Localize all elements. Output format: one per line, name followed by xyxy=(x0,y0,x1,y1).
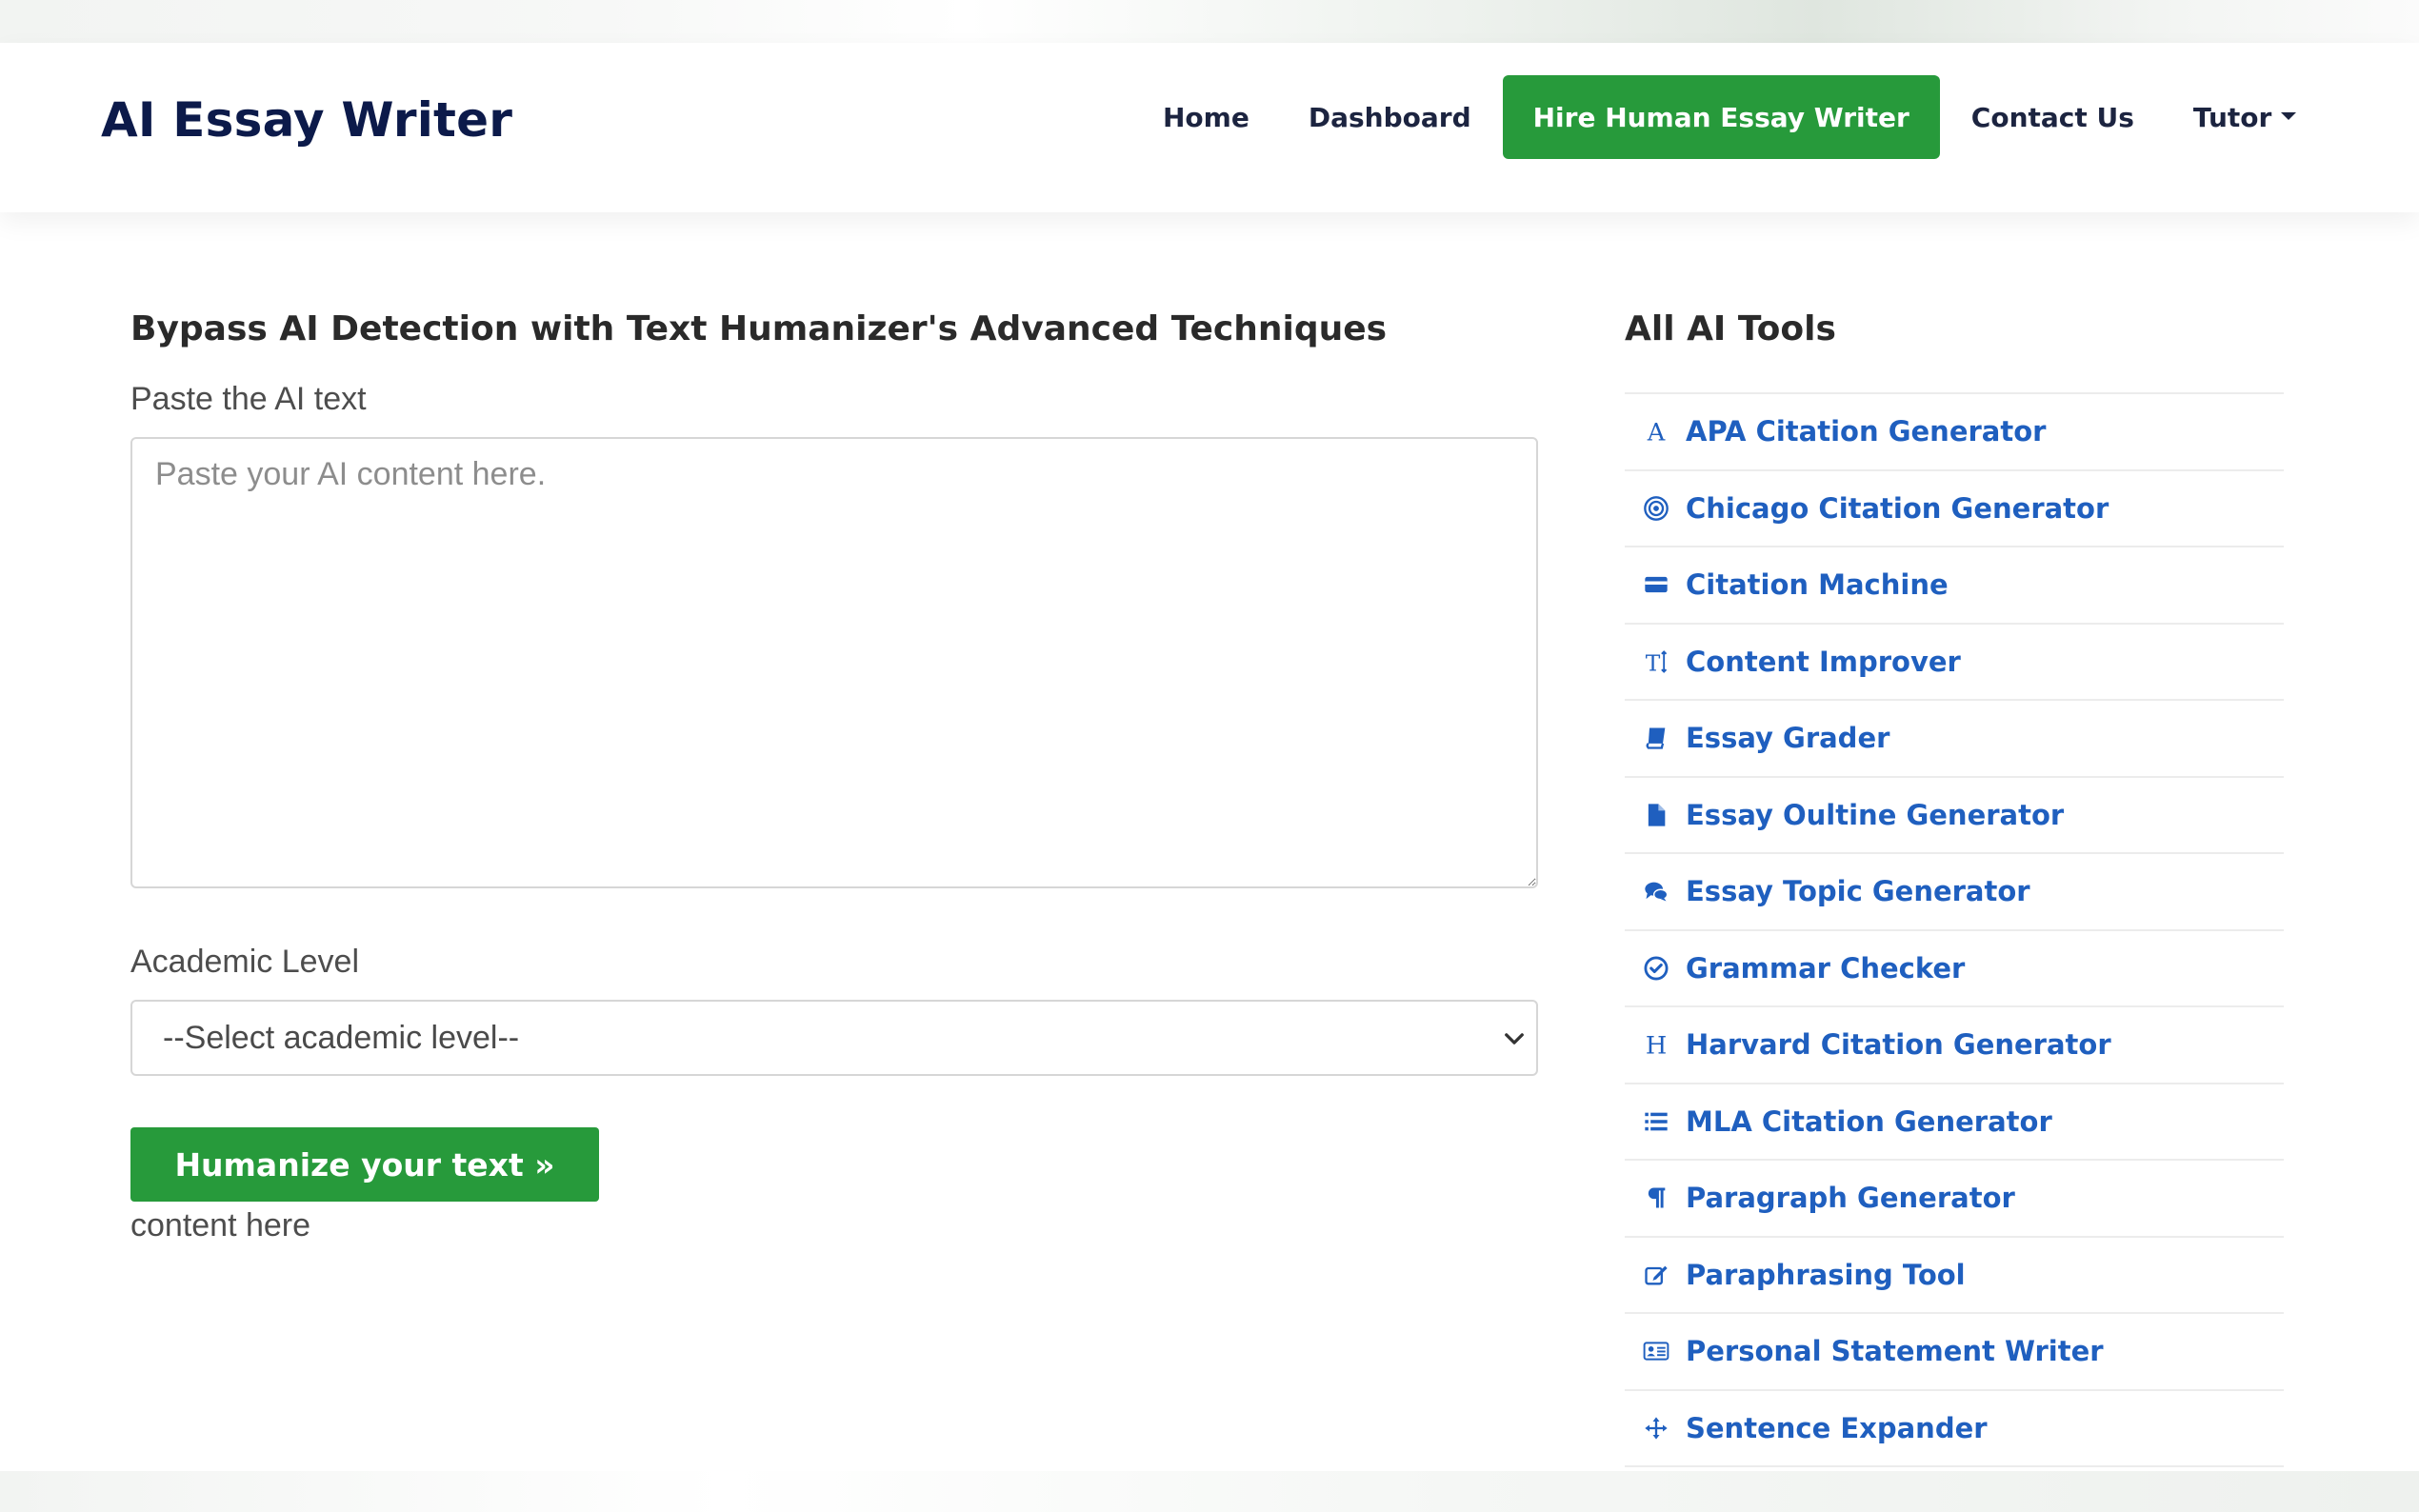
nav-tutor-label: Tutor xyxy=(2192,101,2272,133)
nav-tutor-dropdown[interactable]: Tutor xyxy=(2164,102,2326,133)
list-icon xyxy=(1640,1105,1672,1138)
tool-label: Paraphrasing Tool xyxy=(1686,1258,1966,1291)
font-a-icon: A xyxy=(1640,415,1672,448)
nav-contact-us[interactable]: Contact Us xyxy=(1942,102,2164,133)
page-title: Bypass AI Detection with Text Humanizer'… xyxy=(130,309,1388,348)
nav-dashboard[interactable]: Dashboard xyxy=(1279,102,1501,133)
tool-label: Grammar Checker xyxy=(1686,951,1966,985)
humanizer-form: Bypass AI Detection with Text Humanizer'… xyxy=(130,309,1538,1244)
comments-icon xyxy=(1640,875,1672,907)
credit-card-icon xyxy=(1640,568,1672,601)
tool-apa-citation-generator[interactable]: A APA Citation Generator xyxy=(1625,394,2284,471)
paragraph-icon xyxy=(1640,1182,1672,1214)
tool-essay-topic-generator[interactable]: Essay Topic Generator xyxy=(1625,854,2284,931)
text-height-icon: T xyxy=(1640,646,1672,678)
tool-essay-grader[interactable]: Essay Grader xyxy=(1625,701,2284,778)
nav-home[interactable]: Home xyxy=(1133,102,1279,133)
tool-label: Personal Statement Writer xyxy=(1686,1335,2104,1368)
tool-label: Essay Topic Generator xyxy=(1686,875,2030,908)
tool-label: Paragraph Generator xyxy=(1686,1182,2015,1215)
book-icon xyxy=(1640,722,1672,754)
caret-down-icon xyxy=(2281,111,2297,120)
edit-icon xyxy=(1640,1259,1672,1291)
top-background-strip xyxy=(0,0,2419,43)
arrows-move-icon xyxy=(1640,1412,1672,1444)
tool-label: Citation Machine xyxy=(1686,568,1949,602)
header-h-icon: H xyxy=(1640,1028,1672,1061)
tool-label: Chicago Citation Generator xyxy=(1686,491,2109,525)
paste-label: Paste the AI text xyxy=(130,381,367,417)
bottom-background-strip xyxy=(0,1471,2419,1512)
tools-list: A APA Citation Generator Chicago Citatio… xyxy=(1625,392,2284,1467)
tool-citation-machine[interactable]: Citation Machine xyxy=(1625,547,2284,625)
tool-label: Sentence Expander xyxy=(1686,1411,1988,1444)
check-circle-icon xyxy=(1640,952,1672,985)
file-icon xyxy=(1640,799,1672,831)
svg-text:H: H xyxy=(1646,1032,1667,1059)
tool-sentence-expander[interactable]: Sentence Expander xyxy=(1625,1391,2284,1467)
tool-paragraph-generator[interactable]: Paragraph Generator xyxy=(1625,1161,2284,1238)
result-text: content here xyxy=(130,1207,311,1243)
tool-label: Harvard Citation Generator xyxy=(1686,1028,2111,1062)
academic-level-label: Academic Level xyxy=(130,944,360,980)
main-nav: Home Dashboard Hire Human Essay Writer C… xyxy=(1133,75,2326,159)
chevron-down-icon xyxy=(1505,1033,1524,1044)
brand-logo-text[interactable]: AI Essay Writer xyxy=(101,92,512,148)
humanize-button[interactable]: Humanize your text » xyxy=(130,1127,599,1202)
ai-text-input[interactable] xyxy=(130,437,1538,888)
tool-essay-outline-generator[interactable]: Essay Oultine Generator xyxy=(1625,778,2284,854)
tool-label: APA Citation Generator xyxy=(1686,415,2047,448)
tool-mla-citation-generator[interactable]: MLA Citation Generator xyxy=(1625,1084,2284,1161)
site-header: AI Essay Writer Home Dashboard Hire Huma… xyxy=(0,43,2419,212)
academic-level-selected: --Select academic level-- xyxy=(163,1019,520,1056)
tool-chicago-citation-generator[interactable]: Chicago Citation Generator xyxy=(1625,471,2284,547)
tool-paraphrasing-tool[interactable]: Paraphrasing Tool xyxy=(1625,1238,2284,1314)
svg-text:A: A xyxy=(1647,419,1666,446)
bullseye-icon xyxy=(1640,492,1672,525)
tool-content-improver[interactable]: T Content Improver xyxy=(1625,625,2284,701)
page-container: AI Essay Writer Home Dashboard Hire Huma… xyxy=(0,43,2419,1471)
sidebar-title: All AI Tools xyxy=(1625,309,1836,348)
academic-level-select[interactable]: --Select academic level-- xyxy=(130,1000,1538,1076)
tool-harvard-citation-generator[interactable]: H Harvard Citation Generator xyxy=(1625,1007,2284,1084)
hire-human-writer-button[interactable]: Hire Human Essay Writer xyxy=(1502,75,1940,159)
tools-sidebar: All AI Tools A APA Citation Generator Ch… xyxy=(1625,309,2284,1467)
tool-label: Essay Grader xyxy=(1686,722,1890,755)
id-card-icon xyxy=(1640,1335,1672,1367)
tool-label: Content Improver xyxy=(1686,645,1961,678)
tool-label: MLA Citation Generator xyxy=(1686,1104,2052,1138)
tool-personal-statement-writer[interactable]: Personal Statement Writer xyxy=(1625,1314,2284,1391)
tool-label: Essay Oultine Generator xyxy=(1686,798,2065,831)
svg-text:T: T xyxy=(1646,649,1661,675)
tool-grammar-checker[interactable]: Grammar Checker xyxy=(1625,931,2284,1007)
